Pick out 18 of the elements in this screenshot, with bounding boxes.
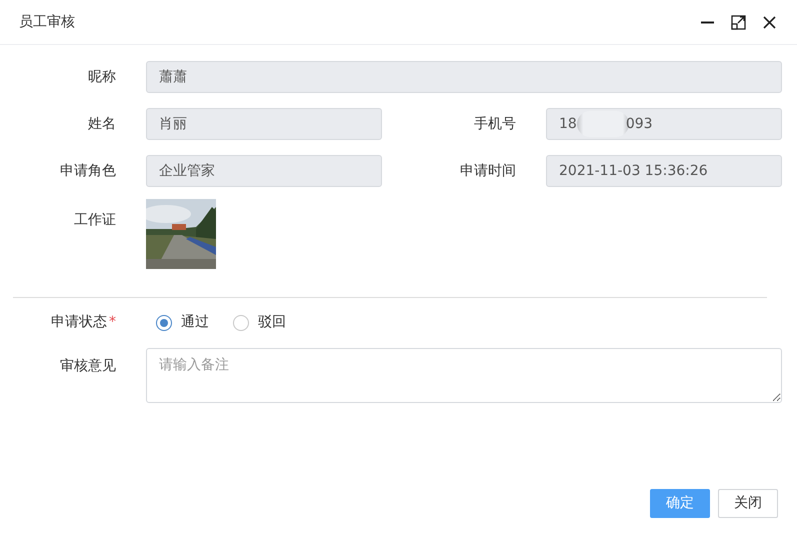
field-label: 申请角色 xyxy=(59,162,116,180)
close-button[interactable]: 关闭 xyxy=(718,489,778,518)
remark-field[interactable]: 请输入备注 xyxy=(146,348,782,403)
radio-circle[interactable] xyxy=(233,314,249,330)
field-label: 申请时间 xyxy=(459,162,516,180)
required-mark: * xyxy=(109,314,116,330)
radio-option[interactable]: 驳回 xyxy=(233,312,286,333)
field-label: 昵称 xyxy=(87,68,116,86)
radio-option[interactable]: 通过 xyxy=(156,312,209,333)
field-label: 审核意见 xyxy=(59,357,116,376)
window-title: 员工审核 xyxy=(19,12,75,32)
maximize-icon[interactable] xyxy=(731,14,746,30)
field-label: 姓名 xyxy=(87,114,116,134)
close-icon[interactable] xyxy=(762,14,777,30)
field-label: 工作证 xyxy=(73,211,116,230)
field-label: 手机号 xyxy=(473,114,516,134)
field-label: 申请状态 xyxy=(51,314,107,330)
radio-circle[interactable] xyxy=(156,314,172,330)
